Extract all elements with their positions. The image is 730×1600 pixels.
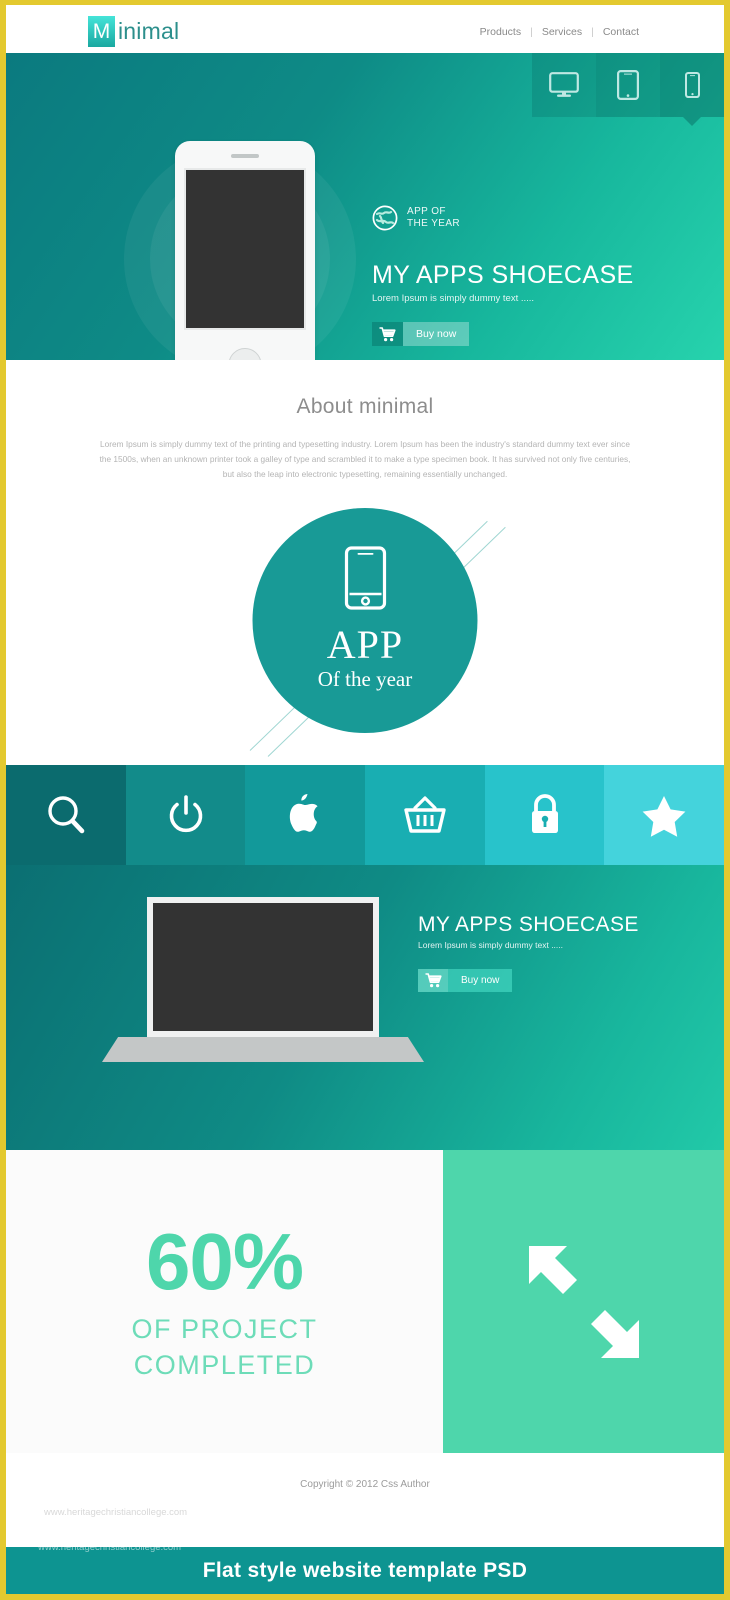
laptop-lid [147, 897, 379, 1037]
buy-now-button[interactable]: Buy now [372, 322, 470, 346]
stats-section: 60% OF PROJECT COMPLETED [6, 1150, 724, 1453]
laptop-screen [153, 903, 373, 1031]
buy-now-label-secondary: Buy now [448, 969, 513, 992]
hero-secondary-title: MY APPS SHOECASE [418, 913, 639, 936]
stat-percent: 60% [145, 1216, 304, 1306]
watermark-text: www.heritagechristiancollege.com [44, 1507, 188, 1518]
cart-icon [372, 322, 403, 346]
logo-mark: M [88, 16, 115, 47]
phone-mockup [175, 141, 315, 360]
icon-tile-star[interactable] [604, 765, 724, 865]
page-frame: M inimal Products | Services | Contact A… [0, 0, 730, 1600]
logo[interactable]: M inimal [88, 16, 179, 47]
award-text: APP OF THE YEAR [407, 206, 460, 230]
hero-copy: APP OF THE YEAR MY APPS SHOECASE Lorem I… [372, 205, 634, 347]
stats-text-panel: 60% OF PROJECT COMPLETED [6, 1150, 443, 1453]
about-paragraph: Lorem Ipsum is simply dummy text of the … [99, 439, 631, 479]
icon-tile-apple[interactable] [245, 765, 366, 865]
about-heading: About minimal [296, 395, 434, 418]
apple-icon [290, 794, 318, 832]
award-line-2: THE YEAR [407, 218, 461, 229]
caption-watermark-text: www.heritagechristiancollege.com [38, 1547, 182, 1553]
laptop-mockup [102, 897, 424, 1062]
phone-outline-icon [344, 546, 386, 610]
hero-section: APP OF THE YEAR MY APPS SHOECASE Lorem I… [6, 53, 724, 360]
phone-screen [184, 168, 306, 330]
phone-home-button [228, 348, 262, 360]
badge-title: APP [326, 622, 404, 667]
hero-secondary-section: MY APPS SHOECASE Lorem Ipsum is simply d… [6, 865, 724, 1150]
logo-initial: M [92, 20, 111, 43]
about-section: About minimal Lorem Ipsum is simply dumm… [6, 360, 724, 765]
caption-text: Flat style website template PSD [202, 1558, 528, 1582]
buy-now-button-secondary[interactable]: Buy now [418, 969, 513, 992]
icon-tile-basket[interactable] [365, 765, 485, 865]
buy-now-label: Buy now [403, 322, 470, 346]
hero-title: MY APPS SHOECASE [372, 261, 634, 289]
nav-item-contact[interactable]: Contact [603, 26, 639, 38]
app-badge-wrap: APP Of the year [6, 508, 724, 758]
app-of-the-year-badge: APP Of the year [252, 508, 478, 733]
main-nav: Products | Services | Contact [480, 26, 639, 38]
basket-icon [404, 796, 446, 833]
stat-line-1: OF PROJECT [131, 1313, 318, 1344]
nav-separator: | [530, 26, 533, 38]
template-sheet: M inimal Products | Services | Contact A… [6, 5, 724, 1547]
award-badge: APP OF THE YEAR [372, 205, 634, 231]
feature-icon-bar [6, 765, 724, 865]
icon-tile-power[interactable] [125, 765, 246, 865]
device-tab-tablet[interactable] [596, 53, 660, 117]
cart-icon [418, 969, 448, 992]
stat-line-2: COMPLETED [133, 1349, 316, 1380]
hero-secondary-subtitle: Lorem Ipsum is simply dummy text ..... [418, 940, 564, 950]
star-icon [642, 796, 686, 837]
device-tab-desktop[interactable] [532, 53, 596, 117]
lock-icon [531, 794, 558, 833]
device-switcher [532, 53, 724, 117]
site-header: M inimal Products | Services | Contact [6, 5, 724, 53]
award-line-1: APP OF [407, 206, 446, 217]
stats-icon-panel [443, 1150, 724, 1453]
search-icon [48, 796, 85, 834]
hero-subtitle: Lorem Ipsum is simply dummy text ..... [372, 293, 535, 304]
copyright-text: Copyright © 2012 Css Author [300, 1478, 430, 1490]
nav-item-products[interactable]: Products [480, 26, 521, 38]
hero-secondary-copy: MY APPS SHOECASE Lorem Ipsum is simply d… [418, 913, 639, 993]
icon-tile-lock[interactable] [484, 765, 605, 865]
nav-separator: | [591, 26, 594, 38]
site-footer: Copyright © 2012 Css Author www.heritage… [6, 1453, 724, 1518]
caption-bar: www.heritagechristiancollege.com Flat st… [6, 1547, 724, 1594]
nav-item-services[interactable]: Services [542, 26, 582, 38]
globe-icon [372, 205, 398, 231]
tablet-icon [617, 70, 639, 100]
icon-tile-search[interactable] [6, 765, 126, 865]
resize-diagonal-icon [528, 1245, 639, 1358]
device-tab-mobile[interactable] [660, 53, 724, 117]
power-icon [169, 795, 202, 833]
phone-speaker [231, 154, 259, 158]
mobile-icon [684, 72, 700, 98]
laptop-base [102, 1037, 424, 1062]
logo-wordmark: inimal [118, 18, 180, 44]
desktop-icon [549, 72, 579, 97]
badge-subtitle: Of the year [317, 667, 413, 691]
